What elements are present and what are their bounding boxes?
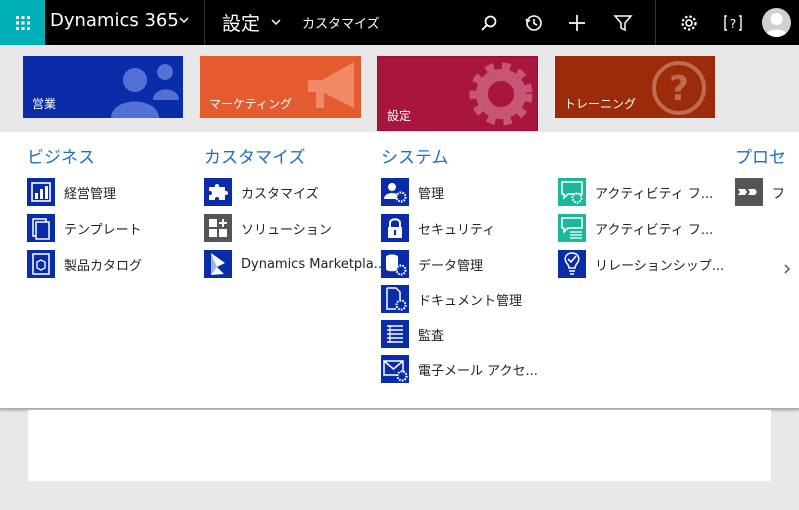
nav-item-label: データ管理 [418, 258, 484, 274]
nav-item-label: フ [772, 186, 786, 202]
activity-feeds-config-icon [558, 178, 586, 206]
breadcrumb-page[interactable]: カスタマイズ [302, 13, 380, 32]
templates-icon [27, 214, 55, 242]
solutions-icon [204, 214, 232, 242]
nav-item-label: 製品カタログ [64, 258, 143, 274]
tile-label: 営業 [32, 97, 57, 111]
gear-icon[interactable] [678, 12, 700, 34]
nav-item-data-management[interactable]: データ管理 [381, 250, 483, 278]
product-catalog-icon [27, 250, 55, 278]
svg-text:?: ? [730, 17, 736, 31]
group-heading-business: ビジネス [27, 148, 95, 168]
divider [655, 0, 656, 45]
gear-icon [469, 62, 533, 126]
user-avatar[interactable] [762, 8, 791, 37]
app-name[interactable]: Dynamics 365 [50, 10, 179, 31]
group-heading-customization: カスタマイズ [204, 148, 306, 168]
tile-settings[interactable]: 設定 [377, 56, 538, 131]
email-config-icon [381, 355, 409, 383]
nav-item-business-management[interactable]: 経営管理 [27, 178, 116, 206]
nav-item-relationship-insights[interactable]: リレーションシップ... [558, 250, 724, 278]
puzzle-icon [204, 178, 232, 206]
nav-item-label: 監査 [418, 328, 445, 344]
activity-feeds-rules-icon [558, 214, 586, 242]
app-launcher-button[interactable] [0, 0, 45, 45]
top-navigation-bar: Dynamics 365 設定 カスタマイズ ? [0, 0, 799, 45]
relationship-insights-icon [558, 250, 586, 278]
nav-item-security[interactable]: セキュリティ [381, 214, 495, 242]
people-icon [111, 64, 179, 118]
megaphone-icon [308, 62, 354, 108]
nav-item-processes[interactable]: フ [735, 178, 785, 206]
plus-icon[interactable] [566, 12, 588, 34]
nav-item-label: カスタマイズ [241, 186, 319, 202]
auditing-icon [381, 320, 409, 348]
nav-item-document-management[interactable]: ドキュメント管理 [381, 285, 522, 313]
nav-item-activity-feeds-rules[interactable]: アクティビティ フ... [558, 214, 713, 242]
nav-item-label: テンプレート [64, 222, 142, 238]
dynamics-marketplace-icon [204, 250, 232, 278]
tile-label: マーケティング [209, 97, 293, 111]
nav-item-email-configuration[interactable]: 電子メール アクセ... [381, 355, 538, 383]
nav-item-label: アクティビティ フ... [595, 222, 714, 238]
nav-item-label: Dynamics Marketpla... [241, 256, 387, 272]
divider [204, 0, 205, 45]
nav-item-activity-feeds-configuration[interactable]: アクティビティ フ... [558, 178, 713, 206]
nav-item-auditing[interactable]: 監査 [381, 320, 444, 348]
chevron-right-icon[interactable] [780, 262, 794, 276]
nav-item-customizations[interactable]: カスタマイズ [204, 178, 319, 206]
nav-item-product-catalog[interactable]: 製品カタログ [27, 250, 142, 278]
nav-item-label: アクティビティ フ... [595, 186, 714, 202]
svg-text:?: ? [669, 69, 689, 109]
search-icon[interactable] [478, 12, 500, 34]
chevron-down-icon[interactable] [270, 16, 282, 28]
nav-item-label: リレーションシップ... [595, 258, 725, 274]
nav-item-label: ドキュメント管理 [418, 293, 523, 309]
recent-history-icon[interactable] [523, 12, 545, 34]
nav-item-label: ソリューション [241, 222, 332, 238]
sitemap-panel: ビジネス 経営管理 テンプレート 製品カタログ カスタマイズ カスタマイズ ソリ… [0, 132, 799, 409]
nav-item-label: 管理 [418, 186, 445, 202]
tile-label: 設定 [387, 109, 412, 123]
nav-item-dynamics-marketplace[interactable]: Dynamics Marketpla... [204, 250, 386, 278]
nav-item-label: 電子メール アクセ... [418, 363, 538, 379]
process-center-icon [735, 178, 763, 206]
nav-item-label: 経営管理 [64, 186, 117, 202]
group-heading-system: システム [381, 148, 449, 168]
administration-icon [381, 178, 409, 206]
lock-icon [381, 214, 409, 242]
data-management-icon [381, 250, 409, 278]
tile-label: トレーニング [564, 97, 637, 111]
person-icon [765, 13, 788, 37]
content-area [28, 410, 771, 481]
nav-item-solutions[interactable]: ソリューション [204, 214, 332, 242]
tile-training[interactable]: ? トレーニング [555, 56, 715, 118]
chevron-down-icon[interactable] [178, 14, 190, 26]
nav-item-label: セキュリティ [418, 222, 496, 238]
help-icon[interactable]: ? [722, 12, 744, 34]
nav-item-templates[interactable]: テンプレート [27, 214, 142, 242]
document-management-icon [381, 285, 409, 313]
waffle-icon [15, 15, 30, 30]
breadcrumb-area[interactable]: 設定 [222, 9, 260, 36]
area-tile-bar: 営業 マーケティング 設定 ? トレーニング [0, 45, 799, 132]
tile-sales[interactable]: 営業 [23, 56, 183, 118]
group-heading-process-center: プロセ [735, 148, 786, 168]
filter-icon[interactable] [612, 12, 634, 34]
nav-item-administration[interactable]: 管理 [381, 178, 444, 206]
question-icon: ? [652, 61, 706, 115]
chart-report-icon [27, 178, 55, 206]
tile-marketing[interactable]: マーケティング [200, 56, 361, 118]
